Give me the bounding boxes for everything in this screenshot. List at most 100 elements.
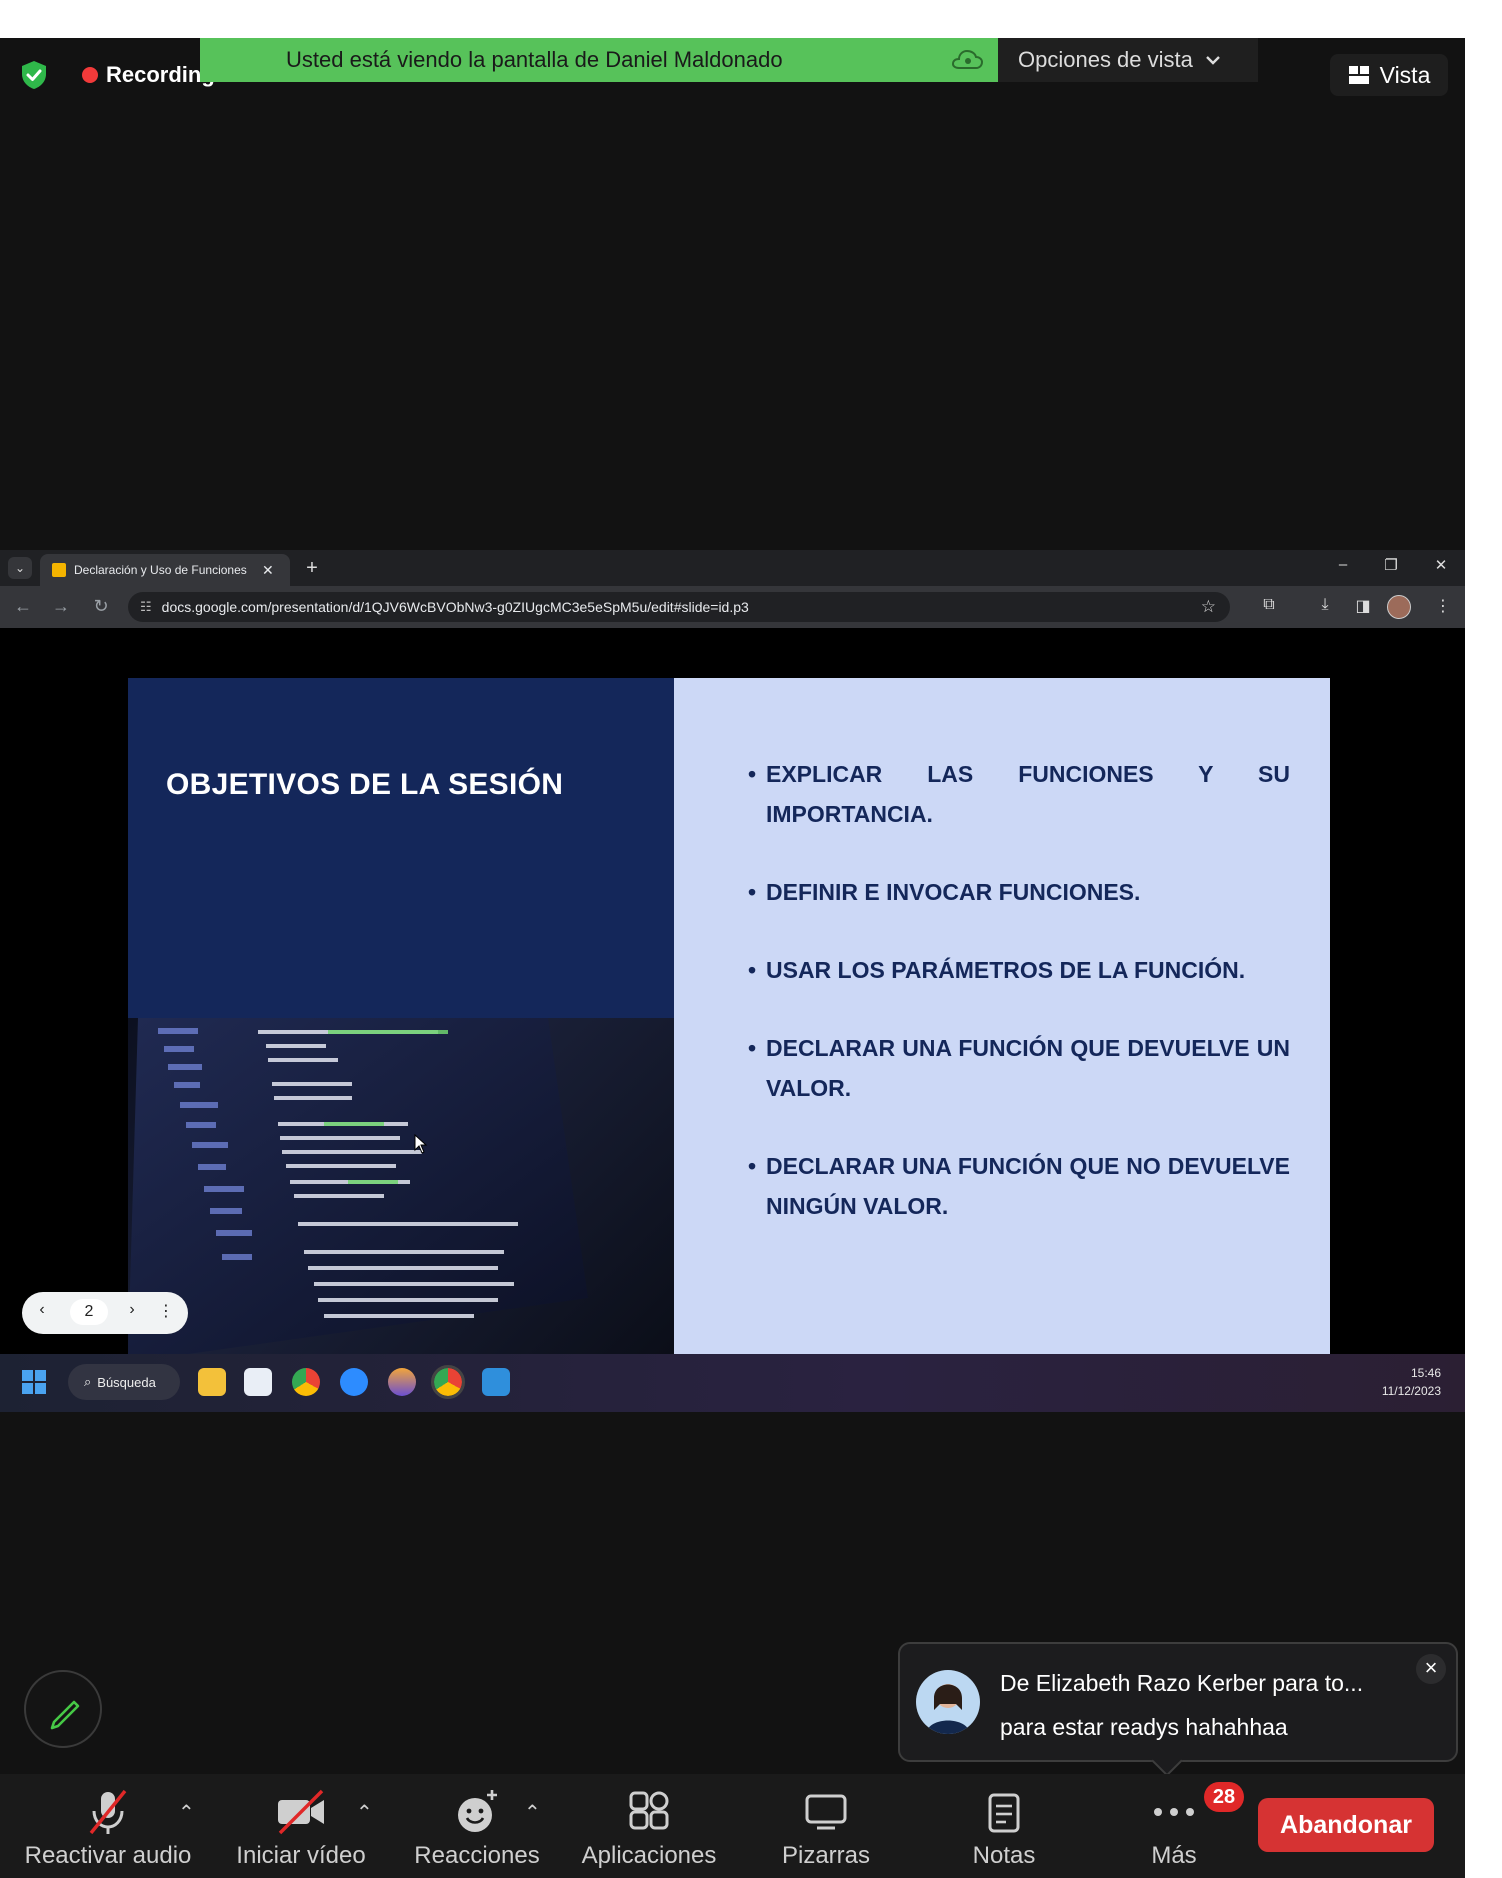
mouse-cursor-icon (414, 1134, 428, 1154)
pencil-icon (50, 1700, 80, 1730)
bookmark-star-icon[interactable]: ☆ (1201, 597, 1216, 617)
more-dots-icon (1154, 1808, 1194, 1816)
apps-icon (629, 1791, 669, 1830)
next-slide-icon[interactable]: › (120, 1301, 144, 1319)
objectives-list: EXPLICAR LAS FUNCIONES Y SU IMPORTANCIA.… (748, 754, 1290, 1264)
leave-meeting-button[interactable]: Abandonar (1258, 1798, 1434, 1852)
whiteboards-label: Pizarras (781, 1842, 871, 1869)
annotate-button[interactable] (24, 1670, 102, 1748)
objective-item: EXPLICAR LAS FUNCIONES Y SU IMPORTANCIA. (748, 754, 1290, 834)
window-close-button[interactable]: ✕ (1426, 556, 1456, 574)
chat-notification[interactable]: De Elizabeth Razo Kerber para to... para… (898, 1642, 1458, 1777)
view-options-dropdown[interactable]: Opciones de vista (998, 38, 1258, 82)
back-arrow-icon[interactable]: ← (12, 596, 34, 617)
reactions-button[interactable]: Reacciones (404, 1784, 550, 1870)
clock-date: 11/12/2023 (1381, 1384, 1441, 1398)
reactions-options-chevron-icon[interactable]: ⌃ (524, 1800, 541, 1825)
address-bar[interactable]: ☷ docs.google.com/presentation/d/1QJV6Wc… (128, 592, 1230, 622)
slide-title-panel: OBJETIVOS DE LA SESIÓN (128, 678, 674, 1018)
code-laptop-image (128, 1018, 674, 1354)
start-video-button[interactable]: Iniciar vídeo (226, 1784, 376, 1870)
chat-sender-line: De Elizabeth Razo Kerber para to... (1000, 1670, 1364, 1696)
mic-off-icon (89, 1789, 127, 1835)
vscode-icon[interactable] (482, 1368, 510, 1396)
zoom-meeting-window: Recording Usted está viendo la pantalla … (0, 38, 1465, 1878)
extensions-icon[interactable]: ⧉ (1258, 596, 1280, 614)
recording-dot-icon (82, 67, 98, 83)
chat-message: para estar readys hahahhaa (1000, 1714, 1288, 1740)
view-options-label: Opciones de vista (1018, 47, 1193, 72)
objective-item: USAR LOS PARÁMETROS DE LA FUNCIÓN. (748, 950, 1290, 990)
slide-page-number[interactable]: 2 (70, 1299, 108, 1325)
download-icon[interactable]: ⤓ (1314, 596, 1336, 614)
slide-objectives-panel: EXPLICAR LAS FUNCIONES Y SU IMPORTANCIA.… (674, 678, 1330, 1354)
side-panel-icon[interactable]: ◨ (1352, 596, 1374, 616)
slides-favicon-icon (52, 563, 66, 577)
clock-time: 15:46 (1410, 1366, 1441, 1380)
video-off-icon (278, 1789, 324, 1835)
file-explorer-icon[interactable] (198, 1368, 226, 1396)
taskbar-search-label: Búsqueda (97, 1374, 156, 1390)
screen-share-banner: Usted está viendo la pantalla de Daniel … (200, 38, 998, 82)
snipping-tool-icon[interactable] (244, 1368, 272, 1396)
notes-label: Notas (972, 1842, 1036, 1869)
grid-icon (1348, 66, 1369, 84)
whiteboard-icon (805, 1794, 847, 1830)
app-icon[interactable] (388, 1368, 416, 1396)
close-icon[interactable]: × (1416, 1654, 1446, 1684)
browser-menu-icon[interactable]: ⋮ (1432, 596, 1454, 616)
browser-toolbar: ← → ↻ ☷ docs.google.com/presentation/d/1… (0, 586, 1465, 628)
minimize-button[interactable]: – (1328, 556, 1358, 573)
apps-label: Aplicaciones (581, 1842, 717, 1869)
share-banner-text: Usted está viendo la pantalla de Daniel … (286, 47, 783, 72)
chrome-profile-icon[interactable] (431, 1365, 465, 1399)
presentation-slide: OBJETIVOS DE LA SESIÓN • EXPLICAR LAS FU… (128, 678, 1330, 1354)
chevron-down-icon (1206, 56, 1220, 65)
browser-tab[interactable]: Declaración y Uso de Funciones ✕ (40, 554, 290, 586)
apps-button[interactable]: Aplicaciones (572, 1784, 726, 1870)
reload-icon[interactable]: ↻ (90, 596, 112, 617)
recording-label: Recording (106, 62, 215, 87)
whiteboards-button[interactable]: Pizarras (770, 1784, 882, 1870)
previous-slide-icon[interactable]: ‹ (30, 1301, 54, 1319)
video-options-chevron-icon[interactable]: ⌃ (356, 1800, 373, 1825)
windows-start-icon[interactable] (22, 1370, 46, 1394)
objective-item: DECLARAR UNA FUNCIÓN QUE NO DEVUELVE NIN… (748, 1146, 1290, 1226)
slide-title: OBJETIVOS DE LA SESIÓN (166, 768, 564, 801)
profile-avatar[interactable] (1387, 595, 1411, 619)
sender-avatar (916, 1670, 980, 1734)
forward-arrow-icon[interactable]: → (50, 596, 72, 617)
start-video-label: Iniciar vídeo (236, 1842, 366, 1869)
tab-search-dropdown[interactable]: ⌄ (8, 557, 32, 579)
view-button-label: Vista (1379, 61, 1431, 88)
taskbar-search[interactable]: ⌕ Búsqueda (68, 1364, 180, 1400)
shared-screen: ⌄ Declaración y Uso de Funciones ✕ + – ❐… (0, 550, 1465, 1412)
notes-button[interactable]: Notas (956, 1784, 1052, 1870)
more-button[interactable]: Más (1134, 1784, 1214, 1870)
site-settings-icon[interactable]: ☷ (140, 599, 152, 615)
address-url: docs.google.com/presentation/d/1QJV6WcBV… (161, 599, 749, 615)
more-count-badge: 28 (1204, 1782, 1244, 1812)
more-label: Más (1151, 1842, 1197, 1869)
zoom-icon[interactable] (340, 1368, 368, 1396)
pager-menu-icon[interactable]: ⋮ (154, 1301, 178, 1321)
reactions-label: Reacciones (414, 1842, 540, 1869)
audio-options-chevron-icon[interactable]: ⌃ (178, 1800, 195, 1825)
taskbar-clock[interactable]: 15:46 11/12/2023 (1382, 1364, 1441, 1400)
view-button[interactable]: Vista (1330, 54, 1448, 96)
shield-check-icon[interactable] (20, 60, 48, 90)
objective-item: DEFINIR E INVOCAR FUNCIONES. (748, 872, 1290, 912)
unmute-audio-button[interactable]: Reactivar audio (20, 1784, 196, 1870)
new-tab-button[interactable]: + (300, 556, 324, 580)
objective-item: DECLARAR UNA FUNCIÓN QUE DEVUELVE UN VAL… (748, 1028, 1290, 1108)
unmute-audio-label: Reactivar audio (24, 1842, 192, 1869)
restore-button[interactable]: ❐ (1376, 556, 1406, 574)
cloud-icon (951, 49, 984, 69)
search-icon: ⌕ (84, 1374, 92, 1389)
toast-pointer (1151, 1745, 1183, 1777)
browser-tab-title: Declaración y Uso de Funciones (74, 563, 247, 577)
recording-indicator[interactable]: Recording (82, 62, 215, 88)
chrome-icon[interactable] (292, 1368, 320, 1396)
browser-tab-bar: ⌄ Declaración y Uso de Funciones ✕ + – ❐… (0, 550, 1465, 586)
tab-close-icon[interactable]: ✕ (262, 562, 274, 579)
